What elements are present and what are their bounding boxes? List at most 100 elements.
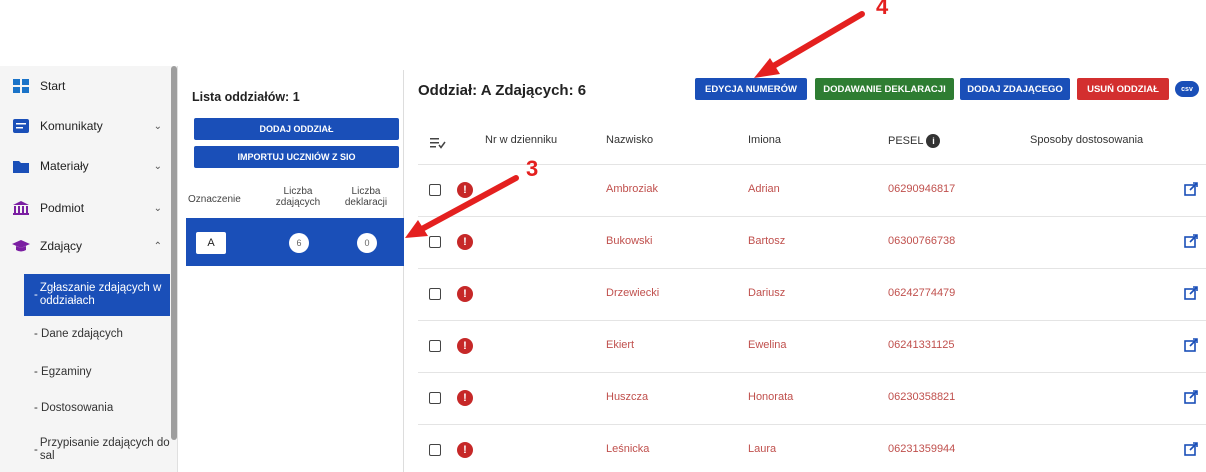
cell-surname: Drzewiecki	[606, 287, 660, 299]
add-student-button[interactable]: DODAJ ZDAJĄCEGO	[960, 78, 1070, 100]
alert-icon: !	[457, 338, 473, 354]
info-icon[interactable]: i	[926, 134, 941, 148]
sidebar-subitem-dostosowania[interactable]: - Dostosowania	[24, 398, 170, 418]
edit-numbers-button[interactable]: EDYCJA NUMERÓW	[695, 78, 807, 100]
subitem-prefix: -	[34, 443, 38, 456]
cell-pesel: 06231359944	[888, 443, 956, 455]
class-list-panel: Lista oddziałów: 1 DODAJ ODDZIAŁ IMPORTU…	[186, 70, 404, 472]
cell-pesel: 06300766738	[888, 235, 956, 247]
main-panel: Oddział: A Zdających: 6 EDYCJA NUMERÓW D…	[418, 70, 1206, 472]
open-external-icon[interactable]	[1184, 286, 1198, 300]
cell-name: Adrian	[748, 183, 780, 195]
table-row[interactable]: ! Drzewiecki Dariusz 06242774479	[418, 268, 1206, 320]
sidebar-item-label: Start	[40, 79, 66, 93]
open-external-icon[interactable]	[1184, 442, 1198, 456]
col-header-nr[interactable]: Nr w dzienniku	[485, 134, 557, 146]
alert-icon: !	[457, 182, 473, 198]
subitem-prefix: -	[34, 288, 38, 301]
open-external-icon[interactable]	[1184, 182, 1198, 196]
cell-name: Honorata	[748, 391, 794, 403]
cell-surname: Huszcza	[606, 391, 649, 403]
cell-pesel: 06230358821	[888, 391, 956, 403]
chevron-down-icon: ⌄	[153, 202, 162, 214]
col-header-line: Liczba	[351, 186, 381, 197]
alert-icon: !	[457, 390, 473, 406]
sidebar-subitem-przypisanie[interactable]: - Przypisanie zdających do sal	[24, 432, 170, 468]
alert-icon: !	[457, 286, 473, 302]
open-external-icon[interactable]	[1184, 338, 1198, 352]
cell-pesel: 06241331125	[888, 339, 955, 351]
students-count-badge: 6	[289, 233, 309, 253]
cell-name: Ewelina	[748, 339, 787, 351]
subitem-label: - Dane zdających	[34, 328, 123, 340]
sidebar-subitem-dane[interactable]: - Dane zdających	[24, 324, 170, 344]
cell-name: Bartosz	[748, 235, 786, 247]
col-header-line: zdających	[275, 197, 321, 208]
sidebar-subitem-zglaszanie[interactable]: - Zgłaszanie zdających w oddziałach	[24, 274, 170, 316]
chevron-down-icon: ⌄	[153, 160, 162, 172]
table-row[interactable]: ! Huszcza Honorata 06230358821	[418, 372, 1206, 424]
sidebar-item-label: Podmiot	[40, 201, 85, 215]
table-row[interactable]: ! Ekiert Ewelina 06241331125	[418, 320, 1206, 372]
page-title: Oddział: A Zdających: 6	[418, 82, 587, 99]
building-icon	[12, 201, 30, 215]
cell-surname: Leśnicka	[606, 443, 650, 455]
open-external-icon[interactable]	[1184, 390, 1198, 404]
grid-icon	[12, 79, 30, 93]
subitem-label: Przypisanie zdających do sal	[39, 437, 170, 462]
row-checkbox[interactable]	[429, 392, 441, 404]
class-list-title: Lista oddziałów: 1	[192, 90, 300, 104]
subitem-label: - Egzaminy	[34, 366, 92, 378]
row-checkbox[interactable]	[429, 340, 441, 352]
row-checkbox[interactable]	[429, 444, 441, 456]
sidebar-item-podmiot[interactable]: Podmiot ⌄	[0, 190, 170, 226]
sidebar-item-komunikaty[interactable]: Komunikaty ⌄	[0, 108, 170, 144]
subitem-label: Zgłaszanie zdających w oddziałach	[39, 282, 162, 307]
cell-name: Laura	[748, 443, 777, 455]
table-row[interactable]: ! Bukowski Bartosz 06300766738	[418, 216, 1206, 268]
add-declaration-button[interactable]: DODAWANIE DEKLARACJI	[815, 78, 954, 100]
import-students-button[interactable]: IMPORTUJ UCZNIÓW Z SIO	[194, 146, 399, 168]
col-header-line: deklaracji	[344, 197, 388, 208]
chevron-up-icon: ⌃	[153, 240, 162, 252]
sidebar-item-label: Zdający	[40, 239, 83, 253]
select-columns-icon[interactable]	[430, 136, 446, 149]
add-class-button[interactable]: DODAJ ODDZIAŁ	[194, 118, 399, 140]
sidebar-scrollbar[interactable]	[171, 66, 177, 440]
cell-pesel: 06290946817	[888, 183, 956, 195]
alert-icon: !	[457, 234, 473, 250]
graduation-cap-icon	[12, 239, 30, 253]
sidebar-item-zdajacy[interactable]: Zdający ⌃	[0, 228, 170, 264]
col-header-declarations[interactable]: Liczba deklaracji	[338, 186, 394, 208]
declarations-count-badge: 0	[357, 233, 377, 253]
cell-pesel: 06242774479	[888, 287, 956, 299]
col-header-students[interactable]: Liczba zdających	[270, 186, 326, 208]
col-header-surname[interactable]: Nazwisko	[606, 134, 653, 146]
annotation-label-4: 4	[876, 0, 889, 19]
cell-surname: Ambroziak	[606, 183, 658, 195]
col-header-names[interactable]: Imiona	[748, 134, 781, 146]
col-header-mark[interactable]: Oznaczenie	[188, 194, 241, 205]
row-checkbox[interactable]	[429, 236, 441, 248]
sidebar-subitem-egzaminy[interactable]: - Egzaminy	[24, 362, 170, 382]
sidebar-item-label: Materiały	[40, 159, 89, 173]
sidebar-item-start[interactable]: Start	[0, 68, 170, 104]
table-row[interactable]: ! Leśnicka Laura 06231359944	[418, 424, 1206, 472]
class-mark: A	[196, 232, 226, 254]
col-header-adjust[interactable]: Sposoby dostosowania	[1030, 134, 1143, 146]
csv-export-icon[interactable]: csv	[1175, 81, 1199, 97]
col-header-pesel[interactable]: PESEL i	[888, 134, 941, 148]
sidebar: Start Komunikaty ⌄ Materiały ⌄ Podmiot ⌄…	[0, 66, 178, 472]
alert-icon: !	[457, 442, 473, 458]
annotation-label-3: 3	[526, 156, 539, 181]
delete-class-button[interactable]: USUŃ ODDZIAŁ	[1077, 78, 1169, 100]
row-checkbox[interactable]	[429, 184, 441, 196]
subitem-label: - Dostosowania	[34, 402, 114, 414]
folder-icon	[12, 159, 30, 173]
open-external-icon[interactable]	[1184, 234, 1198, 248]
sidebar-item-materialy[interactable]: Materiały ⌄	[0, 148, 170, 184]
row-checkbox[interactable]	[429, 288, 441, 300]
col-header-line: Liczba	[283, 186, 313, 197]
sidebar-item-label: Komunikaty	[40, 119, 103, 133]
cell-surname: Bukowski	[606, 235, 653, 247]
